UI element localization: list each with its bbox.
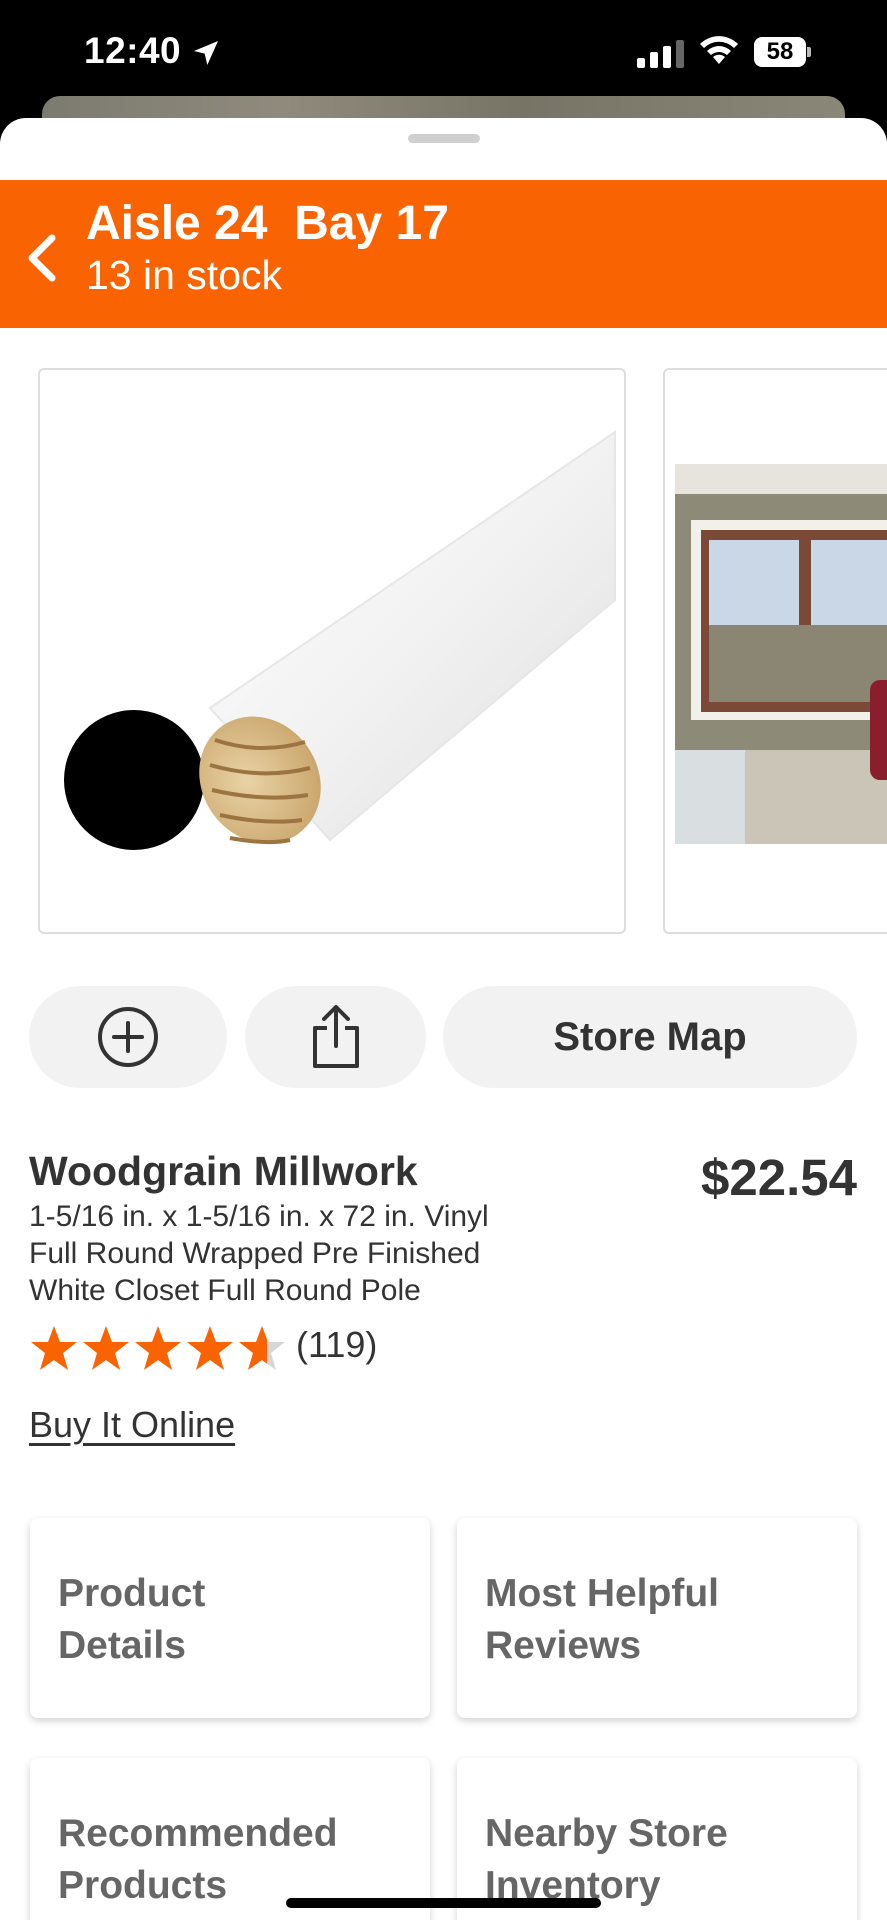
tile-label: Recommended Products <box>58 1808 418 1912</box>
closet-pole-image <box>64 430 616 850</box>
star-rating[interactable] <box>29 1324 287 1372</box>
half-star-icon <box>239 1326 285 1370</box>
home-indicator[interactable] <box>286 1898 601 1908</box>
cellular-signal-icon <box>637 40 684 68</box>
tile-label-line: Most Helpful <box>485 1572 719 1615</box>
tile-label-line: Product <box>58 1572 206 1615</box>
product-description: 1-5/16 in. x 1-5/16 in. x 72 in. Vinyl F… <box>29 1198 569 1309</box>
tile-label-line: Reviews <box>485 1624 642 1667</box>
product-image-card[interactable] <box>38 368 626 934</box>
tile-label-line: Nearby Store <box>485 1812 728 1855</box>
status-bar: 12:40 58 <box>0 0 887 110</box>
tile-label: Product Details <box>58 1568 418 1672</box>
tile-label: Nearby Store Inventory <box>485 1808 845 1912</box>
wifi-icon <box>700 36 738 64</box>
description-line: 1-5/16 in. x 1-5/16 in. x 72 in. Vinyl <box>29 1200 489 1233</box>
description-line: Full Round Wrapped Pre Finished <box>29 1237 481 1270</box>
share-icon <box>313 1005 359 1068</box>
recommended-products-tile[interactable]: Recommended Products <box>30 1758 430 1920</box>
most-helpful-reviews-tile[interactable]: Most Helpful Reviews <box>457 1518 857 1718</box>
rating-count[interactable]: (119) <box>296 1324 377 1366</box>
aisle-bay-title: Aisle 24 Bay 17 <box>86 197 449 250</box>
battery-indicator: 58 <box>754 37 811 67</box>
tile-label-line: Details <box>58 1624 186 1667</box>
product-room-image-card[interactable] <box>663 368 887 934</box>
product-brand: Woodgrain Millwork <box>29 1148 418 1194</box>
star-icon <box>135 1326 181 1370</box>
stock-count: 13 in stock <box>86 252 282 298</box>
aisle-header: Aisle 24 Bay 17 13 in stock <box>0 180 887 328</box>
tile-label: Most Helpful Reviews <box>485 1568 845 1672</box>
star-icon <box>83 1326 129 1370</box>
room-photo <box>675 464 887 844</box>
status-time: 12:40 <box>84 30 182 71</box>
battery-level: 58 <box>754 37 806 67</box>
description-line: White Closet Full Round Pole <box>29 1274 421 1307</box>
star-icon <box>187 1326 233 1370</box>
star-icon <box>31 1326 77 1370</box>
battery-tip <box>807 47 811 57</box>
nearby-store-inventory-tile[interactable]: Nearby Store Inventory <box>457 1758 857 1920</box>
sheet-grabber[interactable] <box>408 134 480 143</box>
add-to-list-button[interactable] <box>29 986 227 1088</box>
back-chevron-icon[interactable] <box>24 232 60 284</box>
product-details-tile[interactable]: Product Details <box>30 1518 430 1718</box>
product-price: $22.54 <box>701 1149 857 1206</box>
product-sheet: Aisle 24 Bay 17 13 in stock Store Map Wo… <box>0 118 887 1920</box>
location-arrow-icon <box>194 41 218 65</box>
buy-online-link[interactable]: Buy It Online <box>29 1404 235 1446</box>
add-circle-icon <box>98 1007 158 1067</box>
tile-label-line: Recommended <box>58 1812 338 1855</box>
store-map-button[interactable]: Store Map <box>443 986 857 1088</box>
share-button[interactable] <box>245 986 426 1088</box>
